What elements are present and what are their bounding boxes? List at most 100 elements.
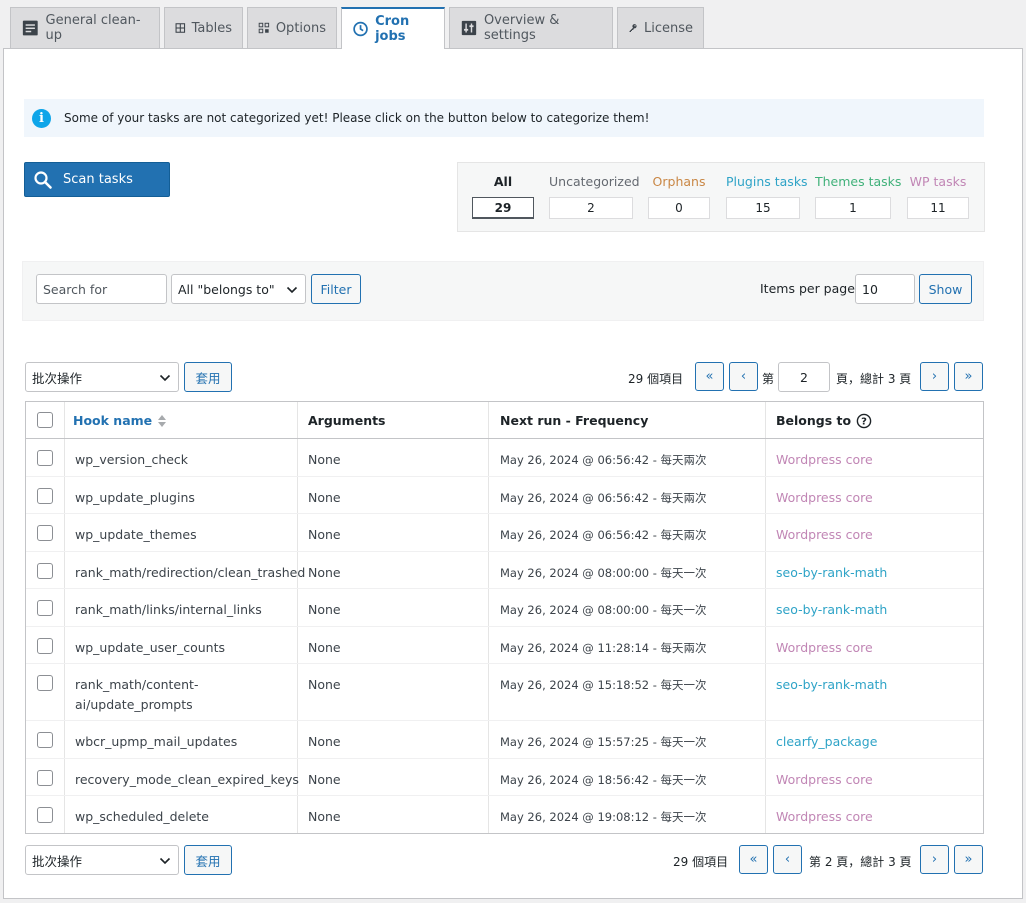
arguments: None — [308, 640, 341, 655]
apply-button-label: 套用 — [195, 370, 221, 386]
chevron-down-icon — [286, 286, 298, 294]
filter-label: All — [493, 174, 513, 189]
search-icon — [34, 170, 52, 189]
belongs-to: Wordpress core — [776, 640, 873, 655]
show-button-label: Show — [928, 281, 963, 297]
sliders-icon — [461, 20, 477, 36]
tab-tables[interactable]: Tables — [164, 7, 243, 48]
column-belongs-to-label: Belongs to — [776, 413, 852, 428]
table-row: wp_version_check None May 26, 2024 @ 06:… — [26, 439, 983, 477]
table-row: wp_update_plugins None May 26, 2024 @ 06… — [26, 477, 983, 514]
bulk-actions-value: 批次操作 — [32, 853, 83, 869]
tab-bar: General clean-up Tables Options Cron job… — [10, 7, 704, 49]
arguments: None — [308, 452, 341, 467]
filter-wp-tasks[interactable]: WP tasks 11 — [907, 173, 969, 219]
table-row: wp_update_themes None May 26, 2024 @ 06:… — [26, 514, 983, 552]
key-icon — [629, 24, 637, 32]
chevron-down-icon — [159, 374, 171, 382]
tab-cron-jobs[interactable]: Cron jobs — [341, 7, 445, 49]
arguments: None — [308, 772, 341, 787]
row-checkbox[interactable] — [37, 807, 53, 823]
last-page-button-top[interactable]: » — [954, 362, 983, 391]
search-placeholder: Search for — [43, 281, 108, 297]
row-checkbox[interactable] — [37, 525, 53, 541]
prev-page-button-bottom[interactable]: ‹ — [773, 845, 802, 874]
row-checkbox[interactable] — [37, 488, 53, 504]
cron-jobs-table: Hook name Arguments Next run - Frequency… — [25, 401, 984, 834]
row-checkbox[interactable] — [37, 563, 53, 579]
belongs-to: Wordpress core — [776, 772, 873, 787]
filter-all[interactable]: All 29 — [472, 173, 534, 219]
next-run: May 26, 2024 @ 06:56:42 - 每天兩次 — [500, 491, 707, 505]
hook-name: wp_version_check — [75, 452, 189, 467]
belongs-to-value: All "belongs to" — [178, 281, 275, 297]
filter-button[interactable]: Filter — [311, 274, 361, 304]
last-page-button-bottom[interactable]: » — [954, 845, 983, 874]
page-suffix-top: 頁，總計 3 頁 — [836, 372, 912, 386]
tab-overview-settings[interactable]: Overview & settings — [449, 7, 613, 48]
belongs-to[interactable]: seo-by-rank-math — [776, 675, 887, 695]
scan-tasks-button[interactable]: Scan tasks — [24, 162, 170, 197]
first-page-button-top[interactable]: « — [695, 362, 724, 391]
bulk-actions-select-top[interactable]: 批次操作 — [25, 362, 179, 392]
table-row: rank_math/links/internal_links None May … — [26, 589, 983, 627]
hook-name: wp_scheduled_delete — [75, 809, 209, 824]
table-row: wbcr_upmp_mail_updates None May 26, 2024… — [26, 721, 983, 759]
search-input[interactable]: Search for — [36, 274, 167, 304]
filter-themes-tasks[interactable]: Themes tasks 1 — [815, 173, 901, 219]
bulk-actions-select-bottom[interactable]: 批次操作 — [25, 845, 179, 875]
prev-page-glyph: ‹ — [740, 369, 747, 384]
next-run: May 26, 2024 @ 15:57:25 - 每天一次 — [500, 735, 707, 749]
apply-button-bottom[interactable]: 套用 — [184, 845, 232, 875]
apply-button-top[interactable]: 套用 — [184, 362, 232, 392]
belongs-to[interactable]: seo-by-rank-math — [776, 563, 887, 583]
belongs-to[interactable]: clearfy_package — [776, 732, 877, 752]
tab-label: Tables — [191, 20, 232, 36]
table-header: Hook name Arguments Next run - Frequency… — [26, 402, 983, 439]
next-page-button-top[interactable]: › — [920, 362, 949, 391]
belongs-to: Wordpress core — [776, 490, 873, 505]
row-checkbox[interactable] — [37, 450, 53, 466]
tab-general-clean-up[interactable]: General clean-up — [10, 7, 160, 48]
show-button[interactable]: Show — [919, 274, 972, 304]
filter-count: 15 — [726, 197, 800, 219]
items-per-page-input[interactable]: 10 — [855, 274, 915, 304]
prev-page-button-top[interactable]: ‹ — [729, 362, 758, 391]
filter-orphans[interactable]: Orphans 0 — [648, 173, 710, 219]
row-checkbox[interactable] — [37, 732, 53, 748]
row-checkbox[interactable] — [37, 675, 53, 691]
table-row: rank_math/content-ai/update_prompts None… — [26, 664, 983, 721]
tab-label: License — [643, 20, 693, 36]
category-filters: All 29 Uncategorized 2 Orphans 0 Plugins… — [457, 162, 985, 232]
next-page-glyph: › — [931, 369, 938, 384]
table-row: wp_update_user_counts None May 26, 2024 … — [26, 627, 983, 664]
row-checkbox[interactable] — [37, 638, 53, 654]
hook-name: wp_update_user_counts — [75, 640, 225, 655]
filter-label: Plugins tasks — [726, 174, 808, 189]
row-checkbox[interactable] — [37, 600, 53, 616]
row-checkbox[interactable] — [37, 770, 53, 786]
select-all-checkbox[interactable] — [37, 412, 53, 428]
tab-options[interactable]: Options — [247, 7, 337, 48]
filter-uncategorized[interactable]: Uncategorized 2 — [549, 173, 640, 219]
arguments: None — [308, 490, 341, 505]
arguments: None — [308, 677, 341, 692]
column-next-run-label: Next run - Frequency — [500, 413, 649, 428]
filter-plugins-tasks[interactable]: Plugins tasks 15 — [726, 173, 808, 219]
column-hook-name[interactable]: Hook name — [73, 402, 167, 439]
belongs-to: Wordpress core — [776, 809, 873, 824]
current-page-input[interactable]: 2 — [778, 362, 830, 392]
belongs-to-select[interactable]: All "belongs to" — [171, 274, 306, 304]
tab-license[interactable]: License — [617, 7, 704, 48]
options-icon — [258, 22, 270, 34]
help-icon[interactable]: ? — [856, 413, 872, 429]
belongs-to[interactable]: seo-by-rank-math — [776, 600, 887, 620]
items-count-bottom: 29 個項目 — [673, 855, 729, 869]
filter-count: 1 — [815, 197, 891, 219]
next-page-button-bottom[interactable]: › — [920, 845, 949, 874]
first-page-button-bottom[interactable]: « — [739, 845, 768, 874]
chevron-down-icon — [159, 857, 171, 865]
sort-icon — [158, 414, 167, 427]
first-page-glyph: « — [705, 369, 714, 384]
filter-count: 29 — [472, 197, 534, 219]
